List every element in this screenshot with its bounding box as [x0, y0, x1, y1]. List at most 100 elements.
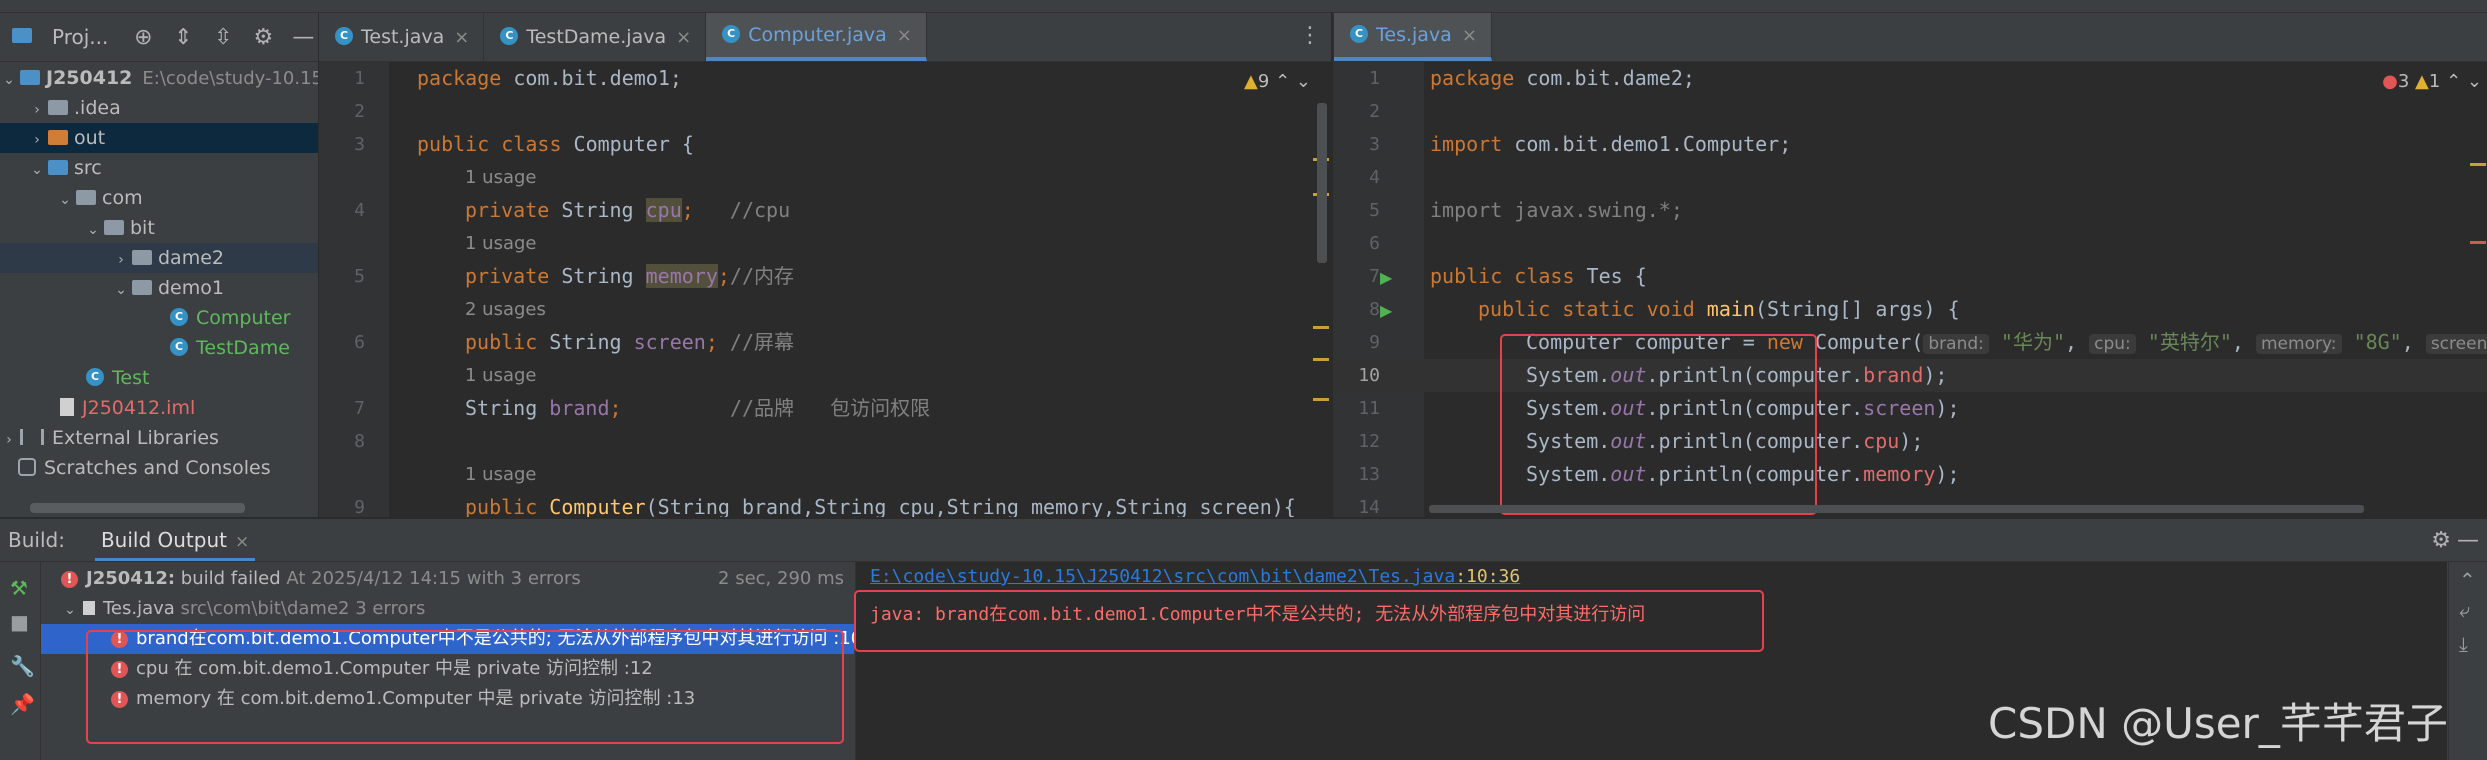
tab-testdame-java[interactable]: C TestDame.java ×: [484, 13, 707, 61]
code-line: 7 String brand; //品牌 包访问权限: [319, 392, 1331, 425]
run-icon[interactable]: ▶: [1380, 268, 1392, 287]
tab-build-output[interactable]: Build Output ×: [94, 519, 256, 561]
chevron-right-icon[interactable]: ›: [0, 425, 18, 455]
tree-item-external-libraries[interactable]: › External Libraries: [0, 423, 318, 453]
code-token: package: [1430, 66, 1515, 90]
collapse-all-icon[interactable]: ⇳: [210, 25, 236, 50]
project-view-title[interactable]: Proj...: [52, 25, 108, 49]
code-token: screen: [1863, 396, 1936, 420]
usage-hint[interactable]: 1 usage: [319, 227, 1331, 260]
chevron-down-icon[interactable]: ⌄: [112, 275, 130, 305]
usage-text[interactable]: 1 usage: [465, 458, 537, 491]
tree-item-bit[interactable]: ⌄ bit: [0, 213, 318, 245]
chevron-down-icon[interactable]: ⌄: [84, 215, 102, 245]
code-token: );: [1923, 363, 1948, 387]
tab-tes-java[interactable]: C Tes.java ×: [1334, 13, 1492, 61]
tab-computer-java[interactable]: C Computer.java ×: [706, 13, 927, 61]
tree-item-test[interactable]: C Test: [0, 363, 318, 393]
wrench-icon[interactable]: 🔧: [10, 654, 35, 678]
close-icon[interactable]: ×: [454, 27, 469, 48]
tree-item-demo1[interactable]: ⌄ demo1: [0, 273, 318, 305]
tree-item-dame2[interactable]: › dame2: [0, 243, 318, 275]
run-icon[interactable]: ▶: [1380, 301, 1392, 320]
right-tabbar: C Tes.java ×: [1334, 13, 2487, 62]
left-code[interactable]: 1 package com.bit.demo1; 2 3 public class …: [319, 62, 1331, 517]
scroll-up-icon[interactable]: ⌃: [2459, 568, 2476, 592]
chevron-down-icon[interactable]: ⌄: [28, 155, 46, 185]
build-label: Build:: [8, 528, 65, 552]
tree-item-scratches[interactable]: Scratches and Consoles: [0, 453, 318, 483]
code-token: String: [465, 396, 550, 420]
tree-item-label: dame2: [158, 247, 224, 269]
soft-wrap-icon[interactable]: ⤶: [2459, 598, 2470, 622]
tree-item-idea[interactable]: › .idea: [0, 93, 318, 125]
project-view-icon[interactable]: [12, 28, 32, 43]
tree-root[interactable]: ⌄ J250412 E:\code\study-10.15: [0, 63, 318, 93]
more-options-icon[interactable]: ⋮: [1299, 23, 1321, 48]
console-link-position[interactable]: :10:36: [1455, 566, 1520, 587]
usage-text[interactable]: 2 usages: [465, 293, 546, 326]
expand-all-icon[interactable]: ⇕: [170, 25, 196, 50]
chevron-right-icon[interactable]: ›: [112, 245, 130, 275]
right-editor: C Tes.java × ●3 ▲1 ⌃ ⌄ 1 package com.bit.da…: [1333, 13, 2487, 517]
chevron-down-icon[interactable]: ⌄: [0, 65, 18, 95]
close-icon[interactable]: ×: [897, 25, 912, 46]
line-number: 6: [1369, 233, 1380, 254]
usage-text[interactable]: 1 usage: [465, 359, 537, 392]
right-hscrollbar[interactable]: [1429, 505, 2364, 513]
class-icon: C: [335, 26, 353, 45]
build-file-row[interactable]: ⌄ Tes.java src\com\bit\dame2 3 errors: [41, 594, 854, 624]
chevron-down-icon[interactable]: ⌄: [61, 595, 79, 625]
tree-item-com[interactable]: ⌄ com: [0, 183, 318, 215]
chevron-right-icon[interactable]: ›: [28, 95, 46, 125]
tree-item-src[interactable]: ⌄ src: [0, 153, 318, 185]
code-token: public: [465, 330, 538, 354]
line-number: 4: [354, 200, 365, 221]
code-token-error: memory: [1863, 462, 1936, 486]
warning-marker[interactable]: [1313, 326, 1329, 329]
warning-marker[interactable]: [2470, 163, 2486, 166]
code-token: Tes {: [1574, 264, 1647, 288]
tree-item-out[interactable]: › out: [0, 123, 318, 155]
tab-test-java[interactable]: C Test.java ×: [319, 13, 485, 61]
gear-icon[interactable]: ⚙: [2431, 528, 2451, 553]
chevron-down-icon[interactable]: ⌄: [56, 185, 74, 215]
project-hscrollbar[interactable]: [30, 503, 245, 513]
code-token-error: brand: [1863, 363, 1924, 387]
locate-icon[interactable]: ⊕: [130, 25, 156, 50]
console-file-link[interactable]: E:\code\study-10.15\J250412\src\com\bit\…: [870, 566, 1520, 587]
hide-icon[interactable]: —: [290, 25, 316, 50]
tree-item-testdame[interactable]: C TestDame: [0, 333, 318, 363]
code-token: public static void: [1478, 297, 1695, 321]
close-icon[interactable]: ×: [1462, 25, 1477, 46]
scroll-to-end-icon[interactable]: ⤓: [2459, 632, 2468, 656]
warning-marker[interactable]: [1313, 398, 1329, 401]
usage-hint[interactable]: 1 usage: [319, 458, 1331, 491]
build-file-path: src\com\bit\dame2 3 errors: [174, 598, 426, 619]
line-number: 1: [1369, 68, 1380, 89]
usage-hint[interactable]: 2 usages: [319, 293, 1331, 326]
warning-marker[interactable]: [1313, 358, 1329, 361]
close-icon[interactable]: ×: [235, 532, 249, 552]
error-marker[interactable]: [2470, 241, 2486, 244]
pin-icon[interactable]: 📌: [10, 692, 35, 716]
close-icon[interactable]: ×: [676, 27, 691, 48]
console-link-path[interactable]: E:\code\study-10.15\J250412\src\com\bit\…: [870, 566, 1455, 587]
stop-icon[interactable]: ■: [10, 610, 29, 634]
build-summary-row[interactable]: ! J250412: build failed At 2025/4/12 14:1…: [41, 564, 854, 594]
usage-text[interactable]: 1 usage: [465, 227, 537, 260]
build-project: J250412:: [86, 568, 176, 589]
tree-item-iml[interactable]: J250412.iml: [0, 393, 318, 423]
hammer-icon[interactable]: ⚒: [10, 576, 28, 600]
gear-icon[interactable]: ⚙: [250, 25, 276, 50]
left-vscrollbar[interactable]: [1317, 103, 1327, 263]
code-token: ;: [609, 396, 622, 420]
chevron-right-icon[interactable]: ›: [28, 125, 46, 155]
tree-item-computer[interactable]: C Computer: [0, 303, 318, 333]
line-number: 11: [1358, 398, 1380, 419]
usage-hint[interactable]: 1 usage: [319, 161, 1331, 194]
usage-text[interactable]: 1 usage: [465, 161, 537, 194]
hide-icon[interactable]: —: [2457, 528, 2479, 553]
code-token: package: [417, 66, 502, 90]
usage-hint[interactable]: 1 usage: [319, 359, 1331, 392]
